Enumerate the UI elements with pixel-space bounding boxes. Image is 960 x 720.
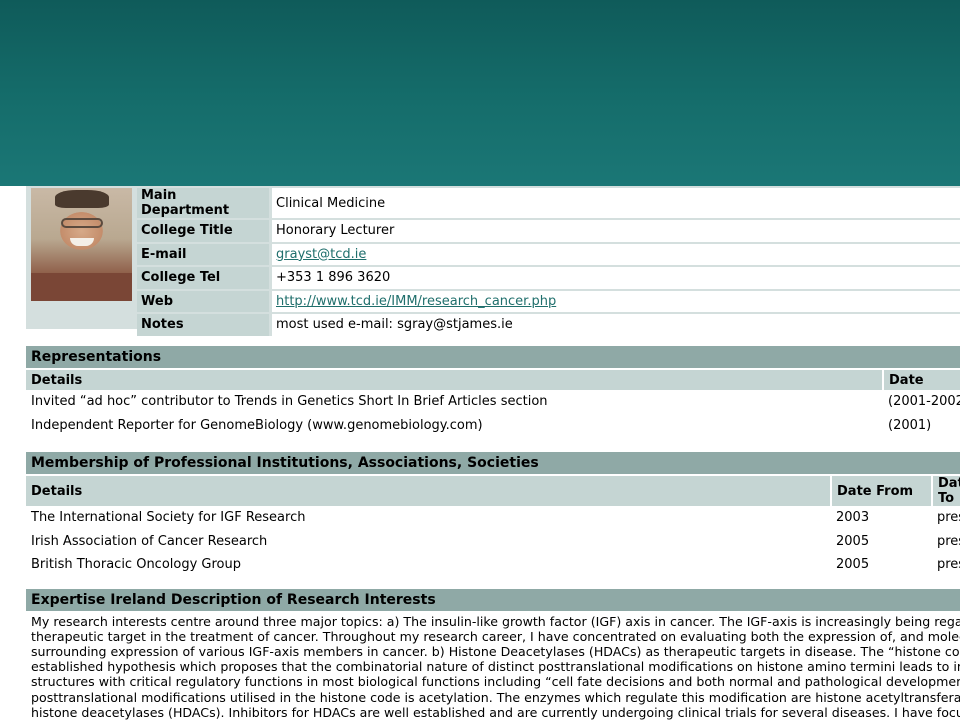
representations-header-row: Details Date xyxy=(26,368,960,390)
college-tel-label: College Tel xyxy=(137,267,269,289)
college-tel-value: +353 1 896 3620 xyxy=(269,267,960,289)
main-department-value: Clinical Medicine xyxy=(269,188,960,218)
email-link[interactable]: grayst@tcd.ie xyxy=(276,247,366,262)
main-department-label: Main Department xyxy=(137,188,269,218)
column-header-details: Details xyxy=(26,474,831,506)
membership-date-from: 2003 xyxy=(836,510,870,526)
membership-section: Membership of Professional Institutions,… xyxy=(26,452,960,577)
representation-date: (2001) xyxy=(888,417,932,433)
research-interests-line: therapeutic target in the treatment of c… xyxy=(31,628,960,644)
photo-shirt xyxy=(31,273,132,301)
membership-date-to: present xyxy=(937,510,960,526)
table-row: Invited “ad hoc” contributor to Trends i… xyxy=(26,390,960,414)
profile-row-main-department: Main Department Clinical Medicine xyxy=(137,188,960,218)
email-label: E-mail xyxy=(137,243,269,265)
header-banner xyxy=(0,0,960,186)
membership-details: British Thoracic Oncology Group xyxy=(31,557,242,573)
column-header-details: Details xyxy=(26,368,883,390)
column-header-date: Date xyxy=(882,368,960,390)
membership-table: Details Date From Date To The Internatio… xyxy=(26,474,960,577)
profile-row-notes: Notes most used e-mail: sgray@stjames.ie xyxy=(137,314,960,336)
email-cell: grayst@tcd.ie xyxy=(269,243,960,265)
membership-date-from: 2005 xyxy=(836,557,870,573)
column-header-date-from: Date From xyxy=(830,474,932,506)
table-row: The International Society for IGF Resear… xyxy=(26,506,960,530)
membership-date-from: 2005 xyxy=(836,533,870,549)
college-title-label: College Title xyxy=(137,220,269,242)
notes-label: Notes xyxy=(137,314,269,336)
photo-smile xyxy=(70,238,94,246)
table-row: Independent Reporter for GenomeBiology (… xyxy=(26,414,960,438)
representations-table: Details Date Invited “ad hoc” contributo… xyxy=(26,368,960,437)
profile-page-content: Main Department Clinical Medicine Colleg… xyxy=(26,186,960,720)
profile-row-email: E-mail grayst@tcd.ie xyxy=(137,243,960,265)
photo-hair xyxy=(55,190,109,208)
membership-date-to: present xyxy=(937,533,960,549)
representations-section: Representations Details Date Invited “ad… xyxy=(26,346,960,437)
research-interests-line: structures with critical regulatory func… xyxy=(31,674,960,690)
table-row: British Thoracic Oncology Group 2005 pre… xyxy=(26,553,960,577)
research-interests-text: My research interests centre around thre… xyxy=(26,611,960,720)
college-title-value: Honorary Lecturer xyxy=(269,220,960,242)
membership-details: The International Society for IGF Resear… xyxy=(31,510,306,526)
membership-heading: Membership of Professional Institutions,… xyxy=(26,452,960,474)
table-row: Irish Association of Cancer Research 200… xyxy=(26,530,960,554)
research-interests-line: My research interests centre around thre… xyxy=(31,613,960,629)
representations-heading: Representations xyxy=(26,346,960,368)
representation-date: (2001-2002) xyxy=(888,394,960,410)
profile-row-college-tel: College Tel +353 1 896 3620 xyxy=(137,267,960,289)
profile-photo xyxy=(31,188,132,301)
column-header-date-to: Date To xyxy=(931,474,960,506)
membership-header-row: Details Date From Date To xyxy=(26,474,960,506)
expertise-heading: Expertise Ireland Description of Researc… xyxy=(26,588,960,611)
profile-row-web: Web http://www.tcd.ie/IMM/research_cance… xyxy=(137,290,960,312)
web-cell: http://www.tcd.ie/IMM/research_cancer.ph… xyxy=(269,290,960,312)
membership-date-to: present xyxy=(937,557,960,573)
representation-details: Independent Reporter for GenomeBiology (… xyxy=(31,417,483,433)
web-link[interactable]: http://www.tcd.ie/IMM/research_cancer.ph… xyxy=(276,294,556,309)
profile-info-table: Main Department Clinical Medicine Colleg… xyxy=(137,186,960,338)
membership-details: Irish Association of Cancer Research xyxy=(31,533,268,549)
research-interests-line: histone deacetylases (HDACs). Inhibitors… xyxy=(31,704,960,720)
web-label: Web xyxy=(137,290,269,312)
representation-details: Invited “ad hoc” contributor to Trends i… xyxy=(31,394,548,410)
photo-glasses xyxy=(61,218,103,228)
profile-row-college-title: College Title Honorary Lecturer xyxy=(137,220,960,242)
research-interests-line: posttranslational modifications utilised… xyxy=(31,689,960,705)
profile-card: Main Department Clinical Medicine Colleg… xyxy=(26,186,960,336)
notes-value: most used e-mail: sgray@stjames.ie xyxy=(269,314,960,336)
research-interests-line: established hypothesis which proposes th… xyxy=(31,659,960,675)
expertise-section: Expertise Ireland Description of Researc… xyxy=(26,588,960,720)
research-interests-line: surrounding expression of various IGF-ax… xyxy=(31,643,960,659)
